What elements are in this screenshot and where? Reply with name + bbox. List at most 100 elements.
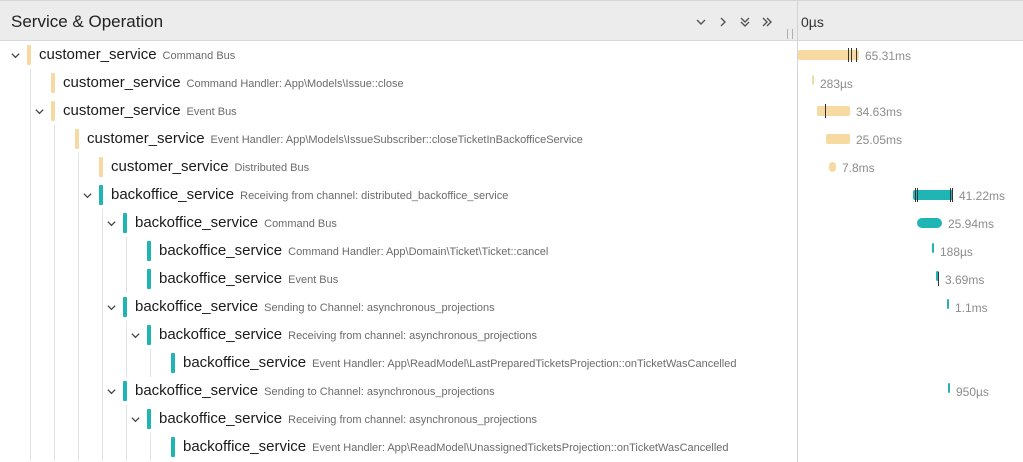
span-timeline-cell[interactable]: 188µs — [798, 237, 1023, 265]
collapse-one-level-icon[interactable] — [712, 11, 734, 33]
span-log-tick — [938, 272, 939, 286]
operation-name: Event Bus — [186, 106, 237, 118]
collapse-all-icon[interactable] — [756, 11, 778, 33]
expand-chevron-icon[interactable] — [104, 216, 118, 230]
column-resize-handle[interactable] — [787, 29, 793, 39]
service-name: backoffice_service — [183, 438, 307, 455]
span-duration-bar[interactable] — [829, 162, 836, 172]
service-name: customer_service — [63, 74, 181, 91]
span-name-cell[interactable]: customer_service Command Bus — [0, 41, 797, 69]
span-duration-bar[interactable] — [913, 190, 953, 200]
operation-name: Command Bus — [162, 50, 236, 62]
expand-chevron-icon[interactable] — [8, 48, 22, 62]
span-row[interactable]: customer_service Command Bus 65.31ms — [0, 41, 1023, 69]
span-label: backoffice_service Event Handler: App\Rea… — [183, 438, 729, 455]
span-row[interactable]: customer_service Event Bus 34.63ms — [0, 97, 1023, 125]
span-duration-bar[interactable] — [812, 75, 814, 85]
expand-chevron-icon[interactable] — [128, 412, 142, 426]
span-timeline-cell[interactable] — [798, 349, 1023, 377]
span-name-cell[interactable]: backoffice_service Command Handler: App\D… — [0, 237, 797, 265]
expand-one-level-icon[interactable] — [690, 11, 712, 33]
span-timeline-cell[interactable] — [798, 321, 1023, 349]
indent-guide — [54, 153, 55, 181]
span-timeline-cell[interactable]: 41.22ms — [798, 181, 1023, 209]
indent-guide — [102, 377, 103, 405]
span-timeline-cell[interactable]: 7.8ms — [798, 153, 1023, 181]
span-name-cell[interactable]: backoffice_service Sending to Channel: as… — [0, 293, 797, 321]
span-row[interactable]: customer_service Event Handler: App\Model… — [0, 125, 1023, 153]
span-duration-bar[interactable] — [932, 243, 934, 253]
span-timeline-cell[interactable]: 283µs — [798, 69, 1023, 97]
span-row[interactable]: backoffice_service Sending to Channel: as… — [0, 377, 1023, 405]
expand-chevron-icon[interactable] — [128, 328, 142, 342]
expand-chevron-icon[interactable] — [80, 188, 94, 202]
indent-guide — [126, 237, 127, 265]
span-name-cell[interactable]: backoffice_service Event Handler: App\Rea… — [0, 349, 797, 377]
span-row[interactable]: customer_service Command Handler: App\Mod… — [0, 69, 1023, 97]
indent-guide — [54, 321, 55, 349]
service-color-marker — [147, 409, 151, 429]
span-row[interactable]: backoffice_service Receiving from channel… — [0, 321, 1023, 349]
span-row[interactable]: backoffice_service Command Handler: App\D… — [0, 237, 1023, 265]
span-name-cell[interactable]: backoffice_service Event Handler: App\Rea… — [0, 433, 797, 461]
span-row[interactable]: backoffice_service Event Handler: App\Rea… — [0, 349, 1023, 377]
service-name: backoffice_service — [159, 270, 283, 287]
indent-guide — [102, 405, 103, 433]
span-duration-bar[interactable] — [917, 218, 942, 228]
span-row[interactable]: backoffice_service Event Bus 3.69ms — [0, 265, 1023, 293]
indent-guide — [78, 237, 79, 265]
expand-chevron-icon[interactable] — [104, 384, 118, 398]
span-row[interactable]: customer_service Distributed Bus 7.8ms — [0, 153, 1023, 181]
span-name-cell[interactable]: customer_service Event Handler: App\Model… — [0, 125, 797, 153]
span-name-cell[interactable]: backoffice_service Sending to Channel: as… — [0, 377, 797, 405]
span-name-cell[interactable]: backoffice_service Receiving from channel… — [0, 405, 797, 433]
span-timeline-cell[interactable] — [798, 405, 1023, 433]
expand-all-icon[interactable] — [734, 11, 756, 33]
span-row[interactable]: backoffice_service Event Handler: App\Rea… — [0, 433, 1023, 461]
span-duration-bar[interactable] — [826, 134, 850, 144]
span-timeline-cell[interactable]: 25.05ms — [798, 125, 1023, 153]
span-name-cell[interactable]: customer_service Command Handler: App\Mod… — [0, 69, 797, 97]
indent-guide — [30, 69, 31, 97]
span-name-cell[interactable]: customer_service Distributed Bus — [0, 153, 797, 181]
span-timeline-cell[interactable]: 34.63ms — [798, 97, 1023, 125]
indent-guide — [126, 349, 127, 377]
span-name-cell[interactable]: backoffice_service Receiving from channel… — [0, 321, 797, 349]
indent-guide — [54, 265, 55, 293]
service-color-marker — [123, 297, 127, 317]
span-row[interactable]: backoffice_service Receiving from channel… — [0, 405, 1023, 433]
span-name-cell[interactable]: backoffice_service Receiving from channel… — [0, 181, 797, 209]
span-log-tick — [856, 48, 857, 62]
service-color-marker — [27, 45, 31, 65]
span-duration-bar[interactable] — [817, 106, 850, 116]
span-timeline-cell[interactable]: 65.31ms — [798, 41, 1023, 69]
span-row[interactable]: backoffice_service Sending to Channel: as… — [0, 293, 1023, 321]
service-color-marker — [147, 269, 151, 289]
span-row[interactable]: backoffice_service Command Bus 25.94ms — [0, 209, 1023, 237]
span-timeline-cell[interactable]: 3.69ms — [798, 265, 1023, 293]
span-duration-bar[interactable] — [947, 299, 949, 309]
indent-guide — [102, 433, 103, 461]
span-duration-bar[interactable] — [948, 383, 950, 393]
span-name-cell[interactable]: customer_service Event Bus — [0, 97, 797, 125]
span-row[interactable]: backoffice_service Receiving from channel… — [0, 181, 1023, 209]
operation-name: Command Handler: App\Domain\Ticket\Ticke… — [288, 246, 549, 258]
indent-guide — [30, 153, 31, 181]
service-name: backoffice_service — [183, 354, 307, 371]
indent-guide — [102, 293, 103, 321]
service-name: customer_service — [63, 102, 181, 119]
service-name: customer_service — [39, 46, 157, 63]
span-duration-bar[interactable] — [798, 50, 859, 60]
span-timeline-cell[interactable]: 25.94ms — [798, 209, 1023, 237]
span-duration-label: 950µs — [956, 385, 989, 399]
expand-chevron-icon[interactable] — [104, 300, 118, 314]
span-timeline-cell[interactable]: 1.1ms — [798, 293, 1023, 321]
span-name-cell[interactable]: backoffice_service Event Bus — [0, 265, 797, 293]
span-label: backoffice_service Sending to Channel: as… — [135, 298, 495, 315]
span-label: backoffice_service Event Handler: App\Rea… — [183, 354, 736, 371]
timeline-start-label: 0µs — [801, 14, 824, 30]
span-timeline-cell[interactable]: 950µs — [798, 377, 1023, 405]
span-name-cell[interactable]: backoffice_service Command Bus — [0, 209, 797, 237]
span-timeline-cell[interactable] — [798, 433, 1023, 461]
expand-chevron-icon[interactable] — [32, 104, 46, 118]
